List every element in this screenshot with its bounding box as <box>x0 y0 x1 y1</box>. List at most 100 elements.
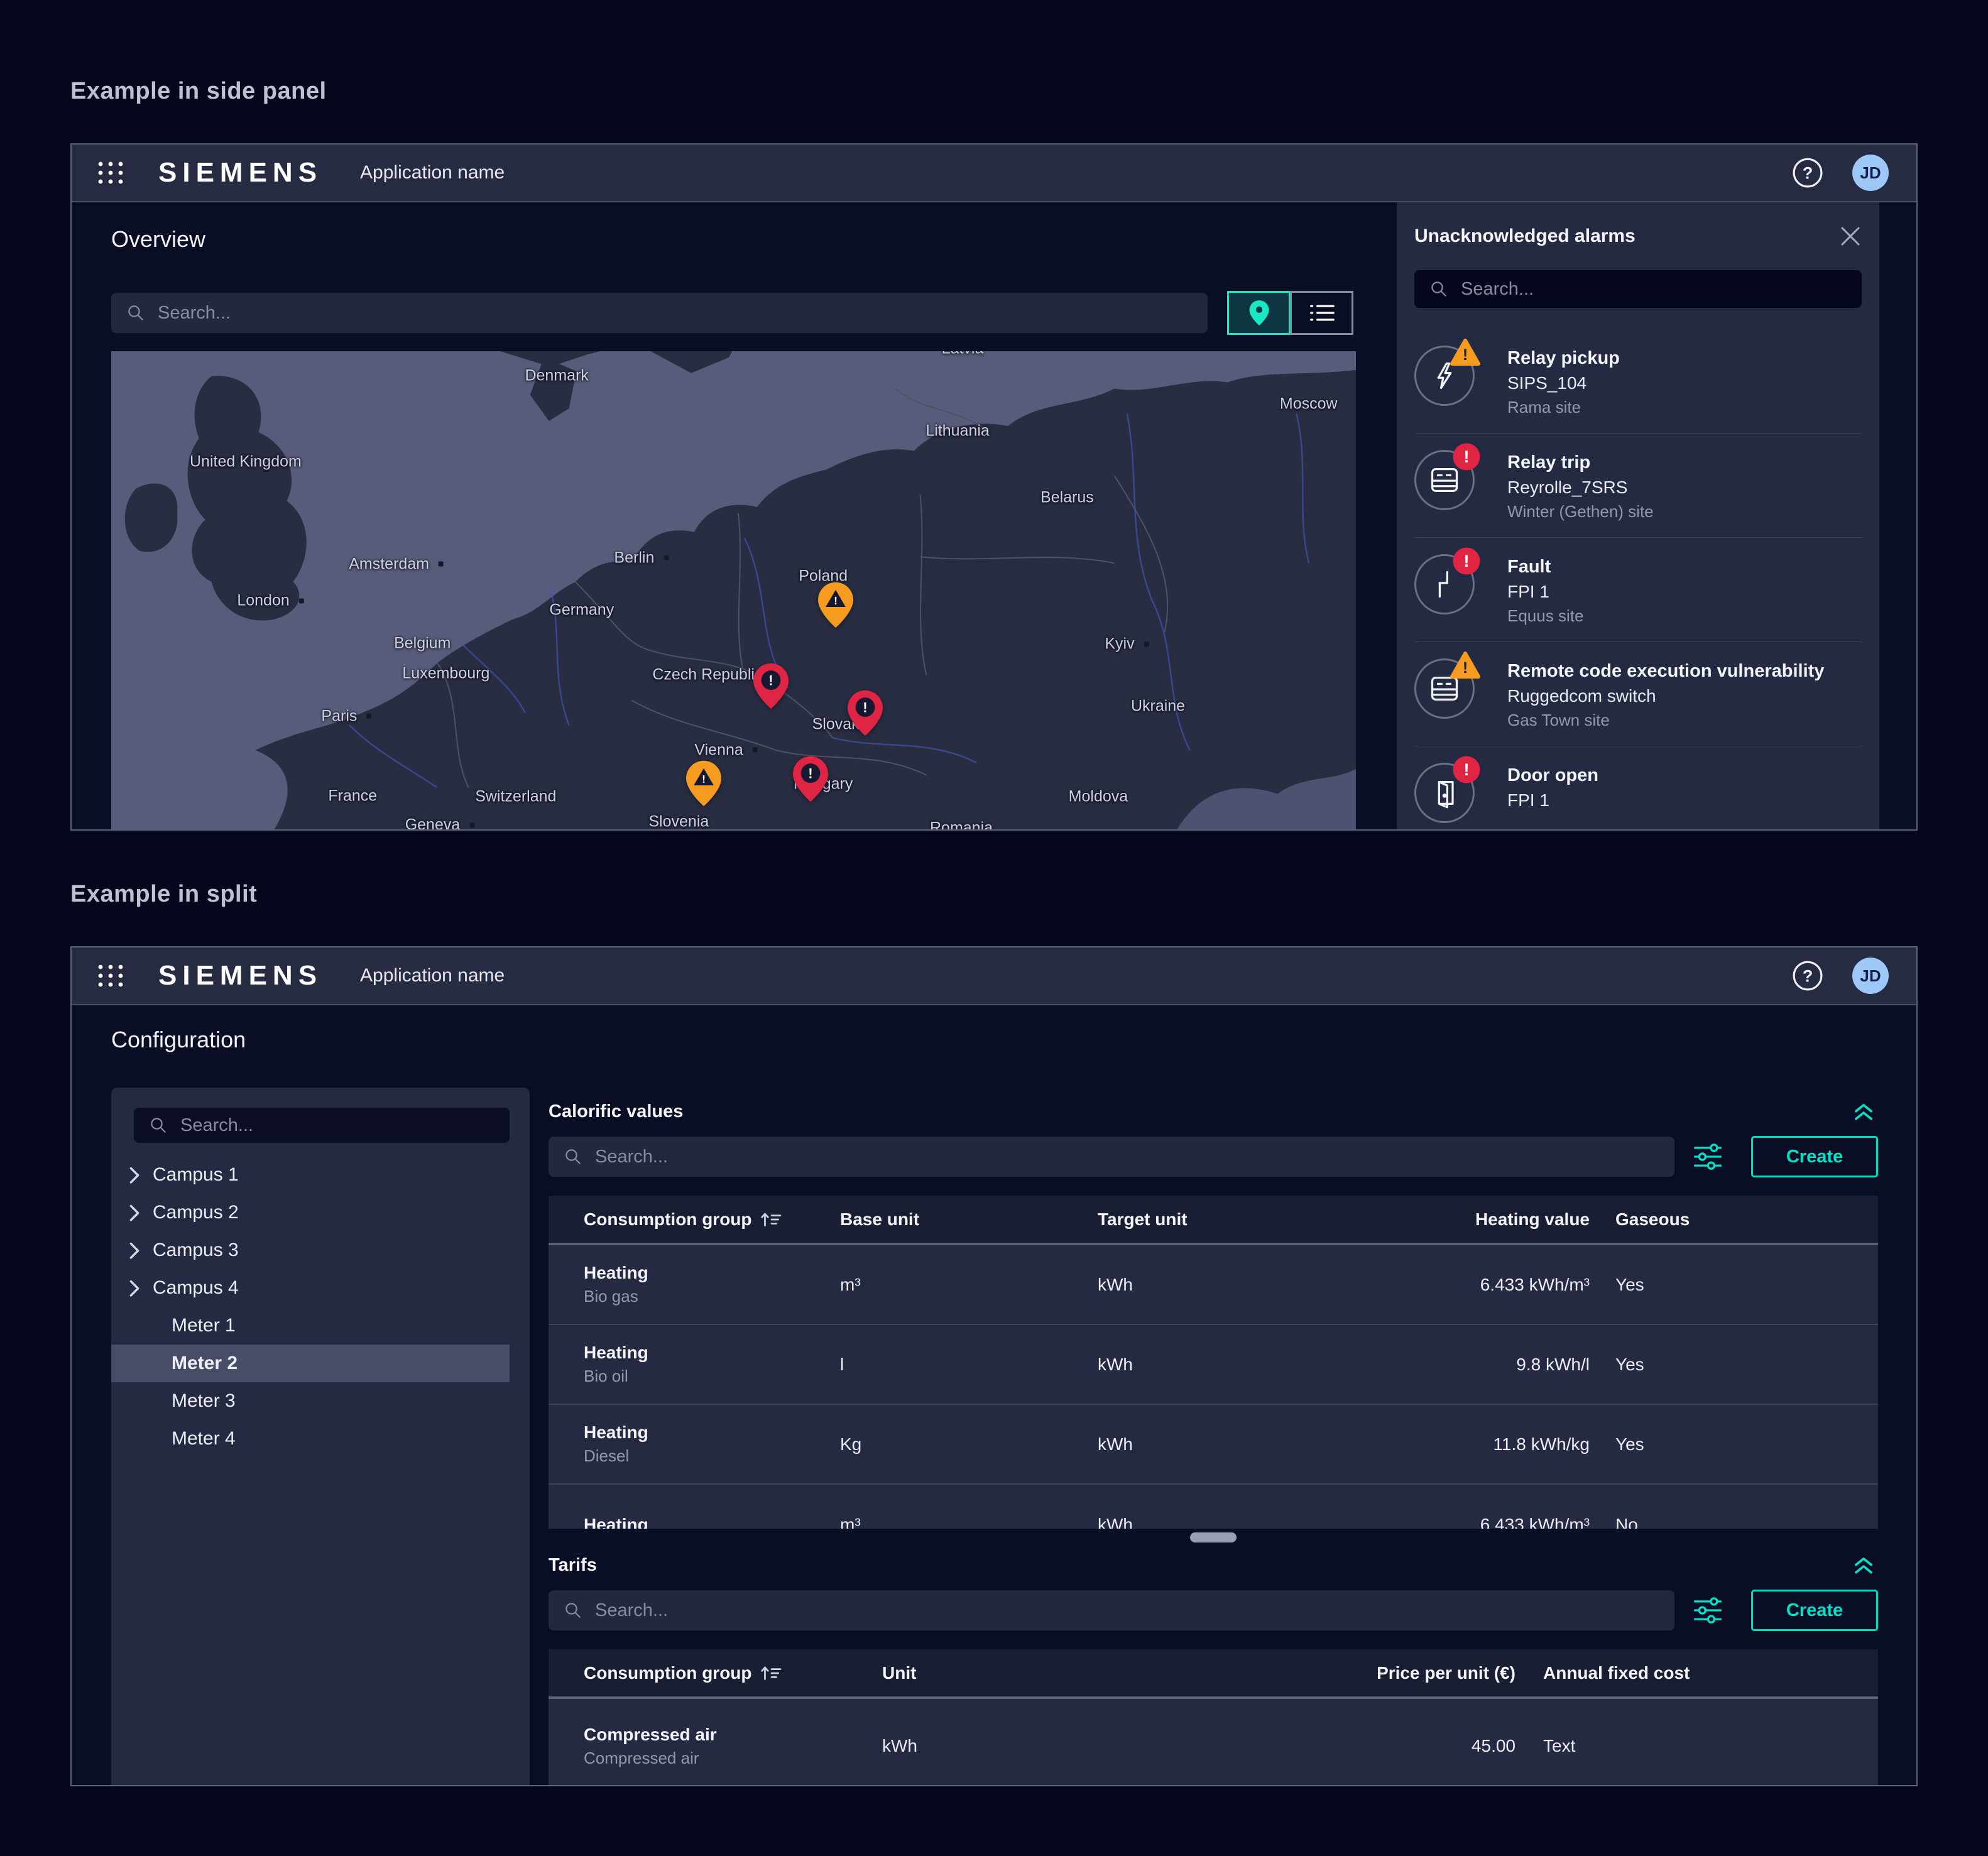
user-avatar[interactable]: JD <box>1852 155 1889 191</box>
column-header-gaseous[interactable]: Gaseous <box>1590 1209 1859 1230</box>
example-heading-side-panel: Example in side panel <box>70 78 327 105</box>
column-header-annual-fixed-cost[interactable]: Annual fixed cost <box>1516 1663 1859 1683</box>
filter-icon[interactable] <box>1692 1595 1723 1626</box>
collapse-section-icon[interactable] <box>1853 1102 1874 1122</box>
tree-item-campus-3[interactable]: Campus 3 <box>111 1231 510 1269</box>
cell-consumption-group: Heating <box>584 1422 840 1443</box>
svg-text:!: ! <box>702 773 706 785</box>
alarm-title: Fault <box>1507 557 1583 577</box>
cell-consumption-group: Heating <box>584 1263 840 1283</box>
app-launcher-icon[interactable] <box>97 963 126 988</box>
tarifs-create-button[interactable]: Create <box>1751 1590 1878 1631</box>
cell-gaseous: Yes <box>1590 1434 1859 1455</box>
cell-unit: kWh <box>882 1736 1234 1756</box>
chevron-right-icon <box>129 1204 140 1221</box>
warning-triangle-icon: ! <box>1450 651 1481 680</box>
table-row[interactable]: Compressed airCompressed air kWh 45.00 T… <box>549 1699 1878 1785</box>
filter-icon[interactable] <box>1692 1141 1723 1172</box>
map-label: Slovenia <box>648 812 709 829</box>
overview-search-input[interactable] <box>158 303 1193 324</box>
alarm-list-item[interactable]: ! Fault FPI 1 Equus site <box>1414 538 1862 642</box>
column-header-heating-value[interactable]: Heating value <box>1465 1209 1590 1230</box>
column-header-price-per-unit[interactable]: Price per unit (€) <box>1234 1663 1516 1683</box>
cell-gaseous: Yes <box>1590 1355 1859 1375</box>
column-header-consumption-group[interactable]: Consumption group <box>584 1209 840 1230</box>
map-label: Kyiv <box>1105 635 1149 653</box>
svg-text:!: ! <box>809 765 813 781</box>
alarm-device-icon: ! <box>1414 346 1475 406</box>
map-pin-critical[interactable]: ! <box>753 663 789 709</box>
alarm-title: Relay trip <box>1507 452 1654 473</box>
calorific-search-input[interactable] <box>595 1147 1659 1167</box>
close-icon[interactable] <box>1839 225 1862 248</box>
map-label: Geneva <box>405 816 475 829</box>
alarms-search-input[interactable] <box>1461 279 1847 300</box>
column-header-consumption-group[interactable]: Consumption group <box>584 1663 882 1683</box>
asset-tree: Campus 1 Campus 2 Campus 3 Campus 4 Mete… <box>111 1156 510 1458</box>
siemens-logo: SIEMENS <box>158 157 322 188</box>
alarm-list-item[interactable]: ! Relay trip Reyrolle_7SRS Winter (Gethe… <box>1414 434 1862 538</box>
map-label: Moscow <box>1280 395 1338 413</box>
cell-consumption-subgroup: Diesel <box>584 1446 840 1466</box>
svg-text:!: ! <box>1464 552 1470 570</box>
overview-search[interactable] <box>111 293 1208 333</box>
view-toggle <box>1227 291 1353 335</box>
svg-text:!: ! <box>1464 760 1470 779</box>
scrollbar-thumb[interactable] <box>1190 1532 1237 1542</box>
alarm-severity-badge: ! <box>1452 755 1481 784</box>
window-configuration: SIEMENS Application name ? JD Configurat… <box>70 946 1918 1786</box>
cell-target-unit: kWh <box>1098 1515 1465 1529</box>
user-avatar[interactable]: JD <box>1852 958 1889 994</box>
tree-item-meter-4[interactable]: Meter 4 <box>111 1420 510 1458</box>
alarm-list-item[interactable]: ! Relay pickup SIPS_104 Rama site <box>1414 329 1862 434</box>
cell-target-unit: kWh <box>1098 1434 1465 1455</box>
cell-base-unit: Kg <box>840 1434 1098 1455</box>
tree-item-meter-2[interactable]: Meter 2 <box>111 1345 510 1382</box>
map-label: Switzerland <box>475 788 556 806</box>
map-label: Berlin <box>614 549 669 567</box>
tree-item-meter-3[interactable]: Meter 3 <box>111 1382 510 1420</box>
alarm-list-item[interactable]: ! Remote code execution vulnerability Ru… <box>1414 642 1862 746</box>
map-pin-critical[interactable]: ! <box>793 755 828 802</box>
table-row[interactable]: HeatingDiesel Kg kWh 11.8 kWh/kg Yes <box>549 1405 1878 1485</box>
cell-heating-value: 9.8 kWh/l <box>1465 1355 1590 1375</box>
tree-item-meter-1[interactable]: Meter 1 <box>111 1307 510 1345</box>
map-pin-warning[interactable]: ! <box>686 760 721 807</box>
tree-item-campus-2[interactable]: Campus 2 <box>111 1194 510 1231</box>
sites-map[interactable]: LatviaDenmarkMoscowLithuaniaUnited Kingd… <box>111 351 1356 829</box>
map-pin-warning[interactable]: ! <box>818 581 853 628</box>
alarm-severity-badge: ! <box>1450 338 1481 367</box>
example-heading-split: Example in split <box>70 881 257 908</box>
tree-item-label: Meter 4 <box>172 1428 236 1449</box>
cell-consumption-subgroup: Bio gas <box>584 1287 840 1306</box>
list-view-button[interactable] <box>1290 291 1353 335</box>
tarifs-search-input[interactable] <box>595 1600 1659 1621</box>
column-header-base-unit[interactable]: Base unit <box>840 1209 1098 1230</box>
tarifs-search[interactable] <box>549 1590 1674 1630</box>
map-label: Moldova <box>1069 788 1128 806</box>
column-header-target-unit[interactable]: Target unit <box>1098 1209 1465 1230</box>
tree-item-campus-4[interactable]: Campus 4 <box>111 1269 510 1307</box>
table-row[interactable]: Heating m³ kWh 6.433 kWh/m³ No <box>549 1485 1878 1529</box>
help-icon[interactable]: ? <box>1792 960 1823 991</box>
alarms-search[interactable] <box>1414 270 1862 308</box>
map-view-button[interactable] <box>1227 291 1291 335</box>
alarm-site: Rama site <box>1507 398 1620 417</box>
column-header-unit[interactable]: Unit <box>882 1663 1234 1683</box>
collapse-section-icon[interactable] <box>1853 1556 1874 1576</box>
alarm-severity-badge: ! <box>1452 547 1481 576</box>
help-icon[interactable]: ? <box>1792 157 1823 188</box>
tree-search[interactable] <box>134 1108 510 1143</box>
tree-item-campus-1[interactable]: Campus 1 <box>111 1156 510 1194</box>
table-row[interactable]: HeatingBio oil l kWh 9.8 kWh/l Yes <box>549 1325 1878 1405</box>
tree-item-label: Campus 2 <box>153 1202 239 1223</box>
alarm-title: Relay pickup <box>1507 348 1620 369</box>
alarm-list-item[interactable]: ! Door open FPI 1 <box>1414 746 1862 829</box>
cell-consumption-group: Heating <box>584 1515 840 1529</box>
table-row[interactable]: HeatingBio gas m³ kWh 6.433 kWh/m³ Yes <box>549 1245 1878 1325</box>
app-launcher-icon[interactable] <box>97 160 126 185</box>
calorific-create-button[interactable]: Create <box>1751 1136 1878 1177</box>
calorific-search[interactable] <box>549 1137 1674 1177</box>
tree-search-input[interactable] <box>180 1115 494 1136</box>
map-pin-critical[interactable]: ! <box>848 690 883 736</box>
